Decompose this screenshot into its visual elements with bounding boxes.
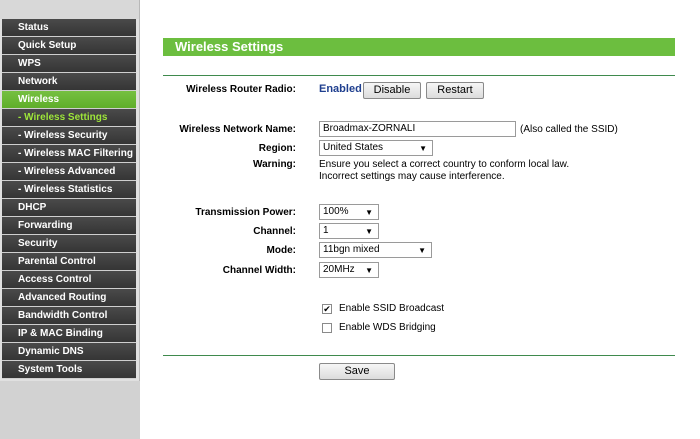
sidebar-top: [0, 0, 139, 19]
sidebar-item-quick-setup[interactable]: Quick Setup: [2, 37, 136, 55]
mode-value: 11bgn mixed: [323, 244, 380, 255]
sidebar-item-wireless-advanced[interactable]: - Wireless Advanced: [2, 163, 136, 181]
region-label: Region:: [258, 143, 296, 154]
sidebar-item-ip-mac-binding[interactable]: IP & MAC Binding: [2, 325, 136, 343]
save-button[interactable]: Save: [319, 363, 395, 380]
dropdown-arrow-icon: ▼: [418, 246, 426, 255]
mode-label: Mode:: [266, 245, 296, 256]
sidebar-item-wireless-mac-filtering[interactable]: - Wireless MAC Filtering: [2, 145, 136, 163]
sidebar-item-wireless-security[interactable]: - Wireless Security: [2, 127, 136, 145]
mode-select[interactable]: 11bgn mixed ▼: [319, 242, 432, 258]
sidebar-item-wireless-settings[interactable]: - Wireless Settings: [2, 109, 136, 127]
region-value: United States: [323, 142, 384, 153]
ssid-label: Wireless Network Name:: [179, 124, 296, 135]
channel-value: 1: [323, 225, 329, 236]
ssid-note: (Also called the SSID): [520, 124, 618, 135]
channel-label: Channel:: [253, 226, 296, 237]
sidebar-item-parental-control[interactable]: Parental Control: [2, 253, 136, 271]
warning-line-1: Ensure you select a correct country to c…: [319, 159, 570, 170]
wds-bridging-checkbox[interactable]: [322, 323, 332, 333]
sidebar-item-status[interactable]: Status: [2, 19, 136, 37]
channel-width-value: 20MHz: [323, 264, 355, 275]
page-title: Wireless Settings: [163, 38, 675, 56]
channel-width-select[interactable]: 20MHz ▼: [319, 262, 379, 278]
dropdown-arrow-icon: ▼: [365, 208, 373, 217]
sidebar-item-bandwidth-control[interactable]: Bandwidth Control: [2, 307, 136, 325]
sidebar-item-wireless[interactable]: Wireless: [2, 91, 136, 109]
sidebar-item-access-control[interactable]: Access Control: [2, 271, 136, 289]
sidebar-filler: [0, 381, 140, 439]
sidebar-item-wireless-statistics[interactable]: - Wireless Statistics: [2, 181, 136, 199]
channel-width-label: Channel Width:: [222, 265, 296, 276]
tx-power-value: 100%: [323, 206, 349, 217]
radio-status: Enabled: [319, 83, 362, 95]
ssid-broadcast-checkbox[interactable]: ✔: [322, 304, 332, 314]
dropdown-arrow-icon: ▼: [365, 227, 373, 236]
radio-label: Wireless Router Radio:: [186, 84, 296, 95]
sidebar-item-wps[interactable]: WPS: [2, 55, 136, 73]
main-panel: Wireless Settings Wireless Router Radio:…: [141, 0, 700, 439]
warning-line-2: Incorrect settings may cause interferenc…: [319, 171, 505, 182]
divider-bottom: [163, 355, 675, 356]
ssid-broadcast-label: Enable SSID Broadcast: [339, 303, 445, 314]
sidebar-item-dynamic-dns[interactable]: Dynamic DNS: [2, 343, 136, 361]
tx-power-select[interactable]: 100% ▼: [319, 204, 379, 220]
divider-top: [163, 75, 675, 76]
dropdown-arrow-icon: ▼: [419, 144, 427, 153]
tx-power-label: Transmission Power:: [195, 207, 296, 218]
sidebar-item-network[interactable]: Network: [2, 73, 136, 91]
restart-button[interactable]: Restart: [426, 82, 484, 99]
sidebar-item-system-tools[interactable]: System Tools: [2, 361, 136, 379]
disable-button[interactable]: Disable: [363, 82, 421, 99]
sidebar-item-dhcp[interactable]: DHCP: [2, 199, 136, 217]
channel-select[interactable]: 1 ▼: [319, 223, 379, 239]
sidebar-item-security[interactable]: Security: [2, 235, 136, 253]
warning-label: Warning:: [253, 159, 296, 170]
dropdown-arrow-icon: ▼: [365, 266, 373, 275]
wds-bridging-label: Enable WDS Bridging: [339, 322, 436, 333]
region-select[interactable]: United States ▼: [319, 140, 433, 156]
ssid-input[interactable]: Broadmax-ZORNALI: [319, 121, 516, 137]
sidebar: Status Quick Setup WPS Network Wireless …: [0, 0, 140, 439]
sidebar-item-forwarding[interactable]: Forwarding: [2, 217, 136, 235]
sidebar-item-advanced-routing[interactable]: Advanced Routing: [2, 289, 136, 307]
